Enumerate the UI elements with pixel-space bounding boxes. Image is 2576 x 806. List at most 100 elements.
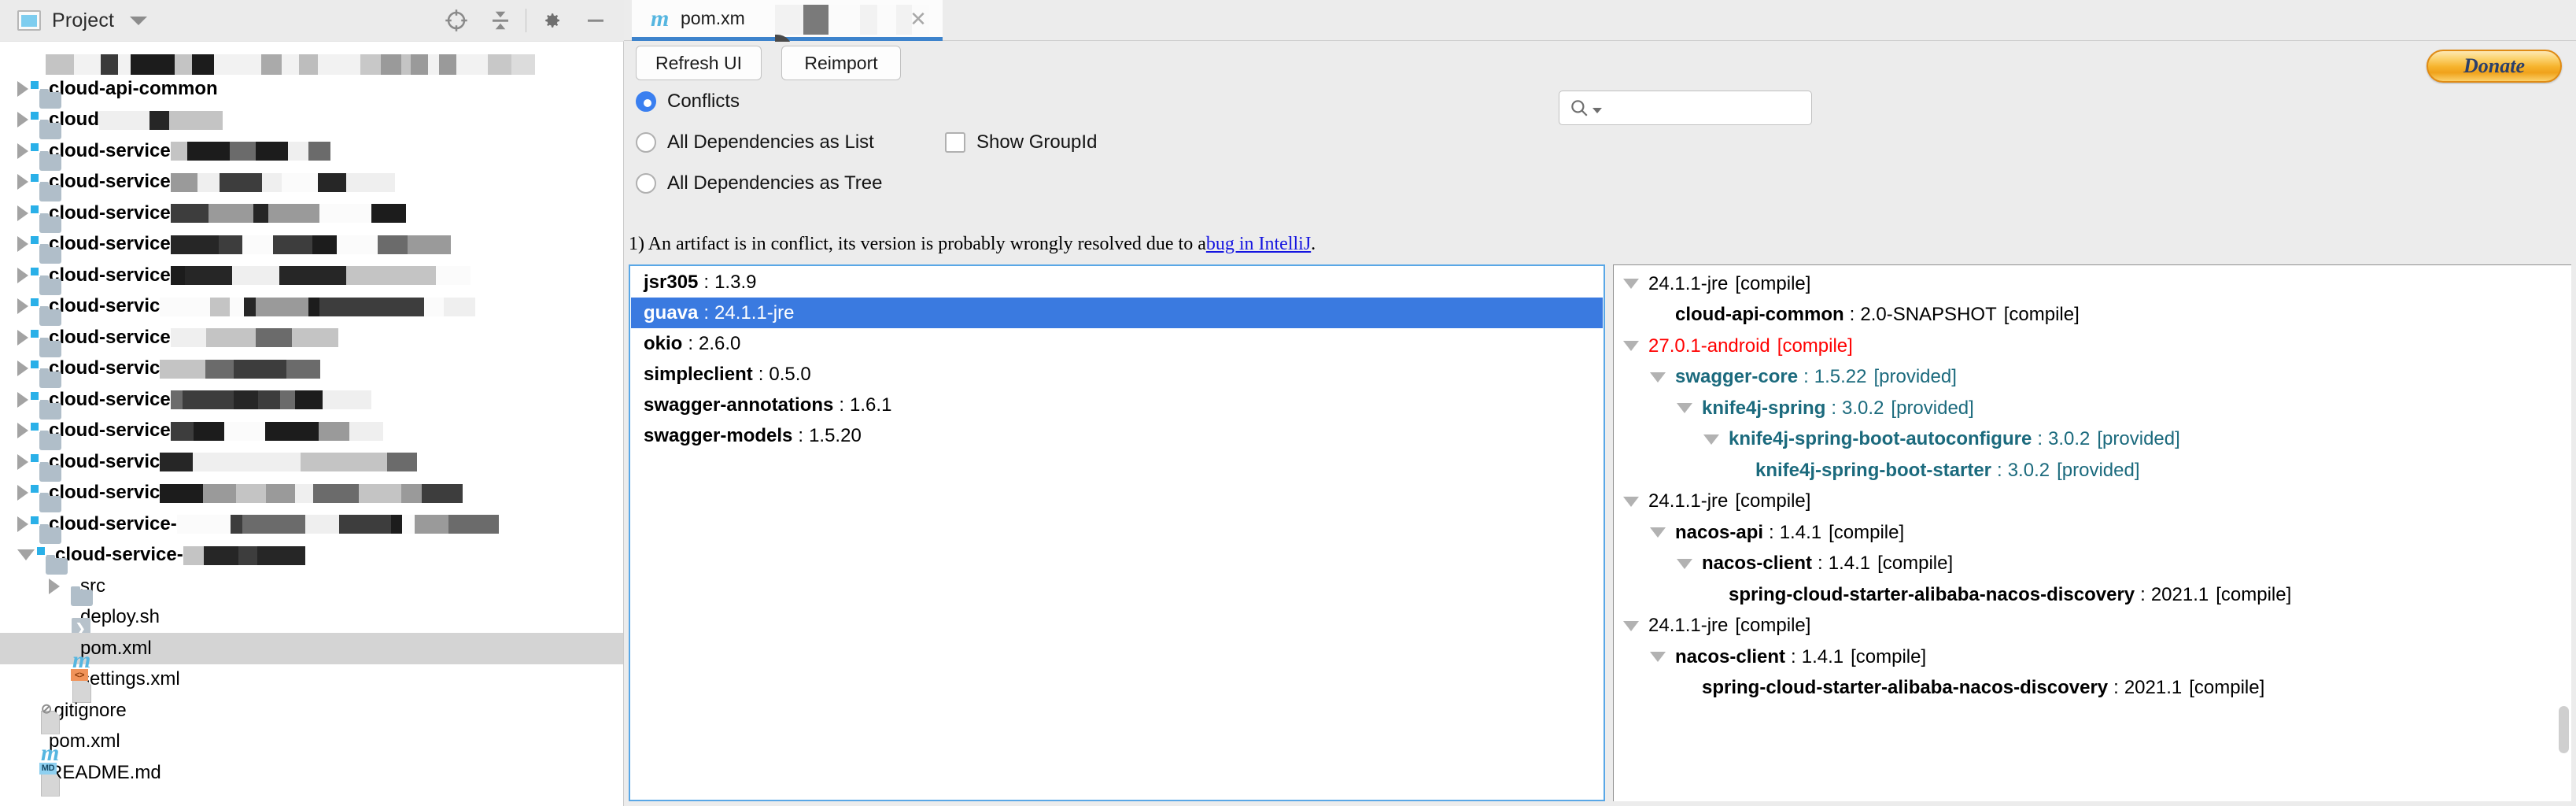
expand-triangle-icon[interactable] xyxy=(1703,434,1719,445)
expand-triangle-icon[interactable] xyxy=(49,578,60,594)
dependency-list-item[interactable]: okio:2.6.0 xyxy=(631,328,1603,359)
tree-row[interactable]: <> settings.xml xyxy=(0,664,623,696)
expand-triangle-icon[interactable] xyxy=(17,360,28,377)
search-input[interactable] xyxy=(1605,98,1794,118)
expand-triangle-icon[interactable] xyxy=(17,112,28,128)
dependency-tree-node[interactable]: 24.1.1-jre [compile] xyxy=(1614,611,2571,642)
checkbox-show-groupid-indicator[interactable] xyxy=(945,132,965,153)
dependency-tree-node[interactable]: knife4j-spring-boot-autoconfigure:3.0.2 [… xyxy=(1614,424,2571,456)
tree-row[interactable]: cloud-service- xyxy=(0,508,623,540)
expand-triangle-icon[interactable] xyxy=(17,391,28,408)
tree-row[interactable]: cloud-service xyxy=(0,260,623,291)
expand-triangle-icon[interactable] xyxy=(17,485,28,501)
editor-tab-pom-xml[interactable]: m pom.xm ✕ xyxy=(632,0,943,65)
dependency-list-item[interactable]: simpleclient:0.5.0 xyxy=(631,359,1603,390)
minimize-icon[interactable] xyxy=(574,0,618,41)
expand-triangle-icon[interactable] xyxy=(1650,652,1666,663)
dependency-tree-node[interactable]: 24.1.1-jre [compile] xyxy=(1614,486,2571,518)
tree-row[interactable]: cloud-service xyxy=(0,322,623,353)
refresh-ui-button[interactable]: Refresh UI xyxy=(636,46,762,80)
donate-button[interactable]: Donate xyxy=(2427,50,2562,83)
tree-row[interactable] xyxy=(0,42,623,75)
reimport-button[interactable]: Reimport xyxy=(781,46,901,80)
radio-all-as-list-indicator[interactable] xyxy=(636,132,656,153)
tree-row[interactable]: cloud-servic xyxy=(0,478,623,509)
tree-row[interactable]: cloud-service xyxy=(0,198,623,229)
expand-triangle-icon[interactable] xyxy=(17,205,28,221)
tree-row[interactable]: cloud-service xyxy=(0,167,623,198)
radio-all-as-list[interactable]: All Dependencies as List xyxy=(636,131,874,153)
expand-triangle-icon[interactable] xyxy=(17,298,28,315)
conflict-dependency-list[interactable]: jsr305:1.3.9 guava:24.1.1-jre okio:2.6.0 si… xyxy=(629,264,1605,801)
expand-triangle-icon[interactable] xyxy=(17,142,28,159)
project-tree[interactable]: cloud-api-common cloud cloud-service cloud-… xyxy=(0,41,624,806)
expand-triangle-icon[interactable] xyxy=(1623,620,1639,631)
search-box[interactable] xyxy=(1559,91,1812,125)
tree-row[interactable]: cloud-servic xyxy=(0,446,623,478)
dependency-list-item[interactable]: swagger-annotations:1.6.1 xyxy=(631,390,1603,420)
expand-triangle-icon[interactable] xyxy=(1677,558,1692,569)
locate-crosshair-icon[interactable] xyxy=(434,0,478,41)
tree-row[interactable]: cloud-service xyxy=(0,384,623,416)
dependency-tree-node[interactable]: nacos-client:1.4.1 [compile] xyxy=(1614,641,2571,673)
dependency-tree-node[interactable]: 27.0.1-android [compile] xyxy=(1614,331,2571,362)
tree-row[interactable]: cloud-servic xyxy=(0,353,623,385)
dependency-tree-node[interactable]: spring-cloud-starter-alibaba-nacos-disco… xyxy=(1614,673,2571,704)
tree-row[interactable]: src xyxy=(0,571,623,602)
close-icon[interactable]: ✕ xyxy=(908,9,928,31)
tree-row[interactable]: cloud-service- xyxy=(0,540,623,571)
dependency-tree-node[interactable]: cloud-api-common:2.0-SNAPSHOT [compile] xyxy=(1614,300,2571,331)
expand-triangle-icon[interactable] xyxy=(17,516,28,532)
tree-row[interactable]: cloud-service xyxy=(0,416,623,447)
expand-triangle-icon[interactable] xyxy=(17,236,28,253)
chevron-down-icon[interactable] xyxy=(130,16,148,25)
radio-all-as-tree[interactable]: All Dependencies as Tree xyxy=(636,172,883,194)
dependency-list-item[interactable]: jsr305:1.3.9 xyxy=(631,267,1603,298)
redaction-block xyxy=(170,140,330,162)
tree-row[interactable]: cloud-api-common xyxy=(0,73,623,105)
expand-triangle-icon[interactable] xyxy=(1677,403,1692,414)
expand-triangle-icon[interactable] xyxy=(17,423,28,439)
radio-all-as-tree-indicator[interactable] xyxy=(636,173,656,194)
expand-triangle-icon[interactable] xyxy=(1623,341,1639,352)
dependency-tree-node[interactable]: spring-cloud-starter-alibaba-nacos-disco… xyxy=(1614,579,2571,611)
tree-row[interactable]: cloud-servic xyxy=(0,291,623,323)
radio-conflicts-indicator[interactable] xyxy=(636,91,656,112)
collapse-all-icon[interactable] xyxy=(478,0,522,41)
dependency-tree-node[interactable]: nacos-client:1.4.1 [compile] xyxy=(1614,549,2571,580)
dependency-tree-node[interactable]: nacos-api:1.4.1 [compile] xyxy=(1614,517,2571,549)
expand-triangle-icon[interactable] xyxy=(1650,527,1666,538)
project-tab[interactable]: Project xyxy=(0,0,158,41)
expand-triangle-icon[interactable] xyxy=(1650,372,1666,383)
tree-row[interactable]: cloud-service xyxy=(0,229,623,261)
dependency-list-item[interactable]: swagger-models:1.5.20 xyxy=(631,420,1603,451)
expand-triangle-icon[interactable] xyxy=(1623,496,1639,507)
tree-row[interactable]: cloud xyxy=(0,105,623,136)
dependency-list-item[interactable]: guava:24.1.1-jre xyxy=(631,298,1603,328)
tree-row[interactable]: deploy.sh xyxy=(0,602,623,634)
intellij-bug-link[interactable]: bug in IntelliJ xyxy=(1206,234,1311,255)
expand-triangle-icon[interactable] xyxy=(17,329,28,346)
expand-triangle-icon[interactable] xyxy=(17,174,28,190)
checkbox-show-groupid[interactable]: Show GroupId xyxy=(945,131,1097,153)
tree-row[interactable]: MD README.md xyxy=(0,757,623,789)
dependency-tree-panel[interactable]: 24.1.1-jre [compile] cloud-api-common:2.0-… xyxy=(1613,264,2571,801)
dependency-tree-node[interactable]: knife4j-spring-boot-starter:3.0.2 [provid… xyxy=(1614,455,2571,486)
chevron-down-icon[interactable] xyxy=(1592,107,1602,113)
dependency-tree-node[interactable]: knife4j-spring:3.0.2 [provided] xyxy=(1614,393,2571,424)
expand-triangle-icon[interactable] xyxy=(17,549,35,561)
expand-triangle-icon[interactable] xyxy=(17,453,28,470)
tree-row[interactable]: cloud-service xyxy=(0,135,623,167)
vertical-scrollbar[interactable] xyxy=(2559,706,2569,753)
expand-triangle-icon[interactable] xyxy=(1623,279,1639,290)
gear-icon[interactable] xyxy=(530,0,574,41)
tree-row[interactable]: ⊘ .gitignore xyxy=(0,695,623,727)
dependency-tree-node[interactable]: swagger-core:1.5.22 [provided] xyxy=(1614,362,2571,394)
tree-row[interactable]: m pom.xml xyxy=(0,727,623,766)
radio-conflicts[interactable]: Conflicts xyxy=(636,91,740,113)
expand-triangle-icon[interactable] xyxy=(17,267,28,283)
expand-triangle-icon[interactable] xyxy=(17,80,28,97)
dependency-tree-node[interactable]: 24.1.1-jre [compile] xyxy=(1614,268,2571,300)
tree-row[interactable]: m pom.xml xyxy=(0,633,623,673)
